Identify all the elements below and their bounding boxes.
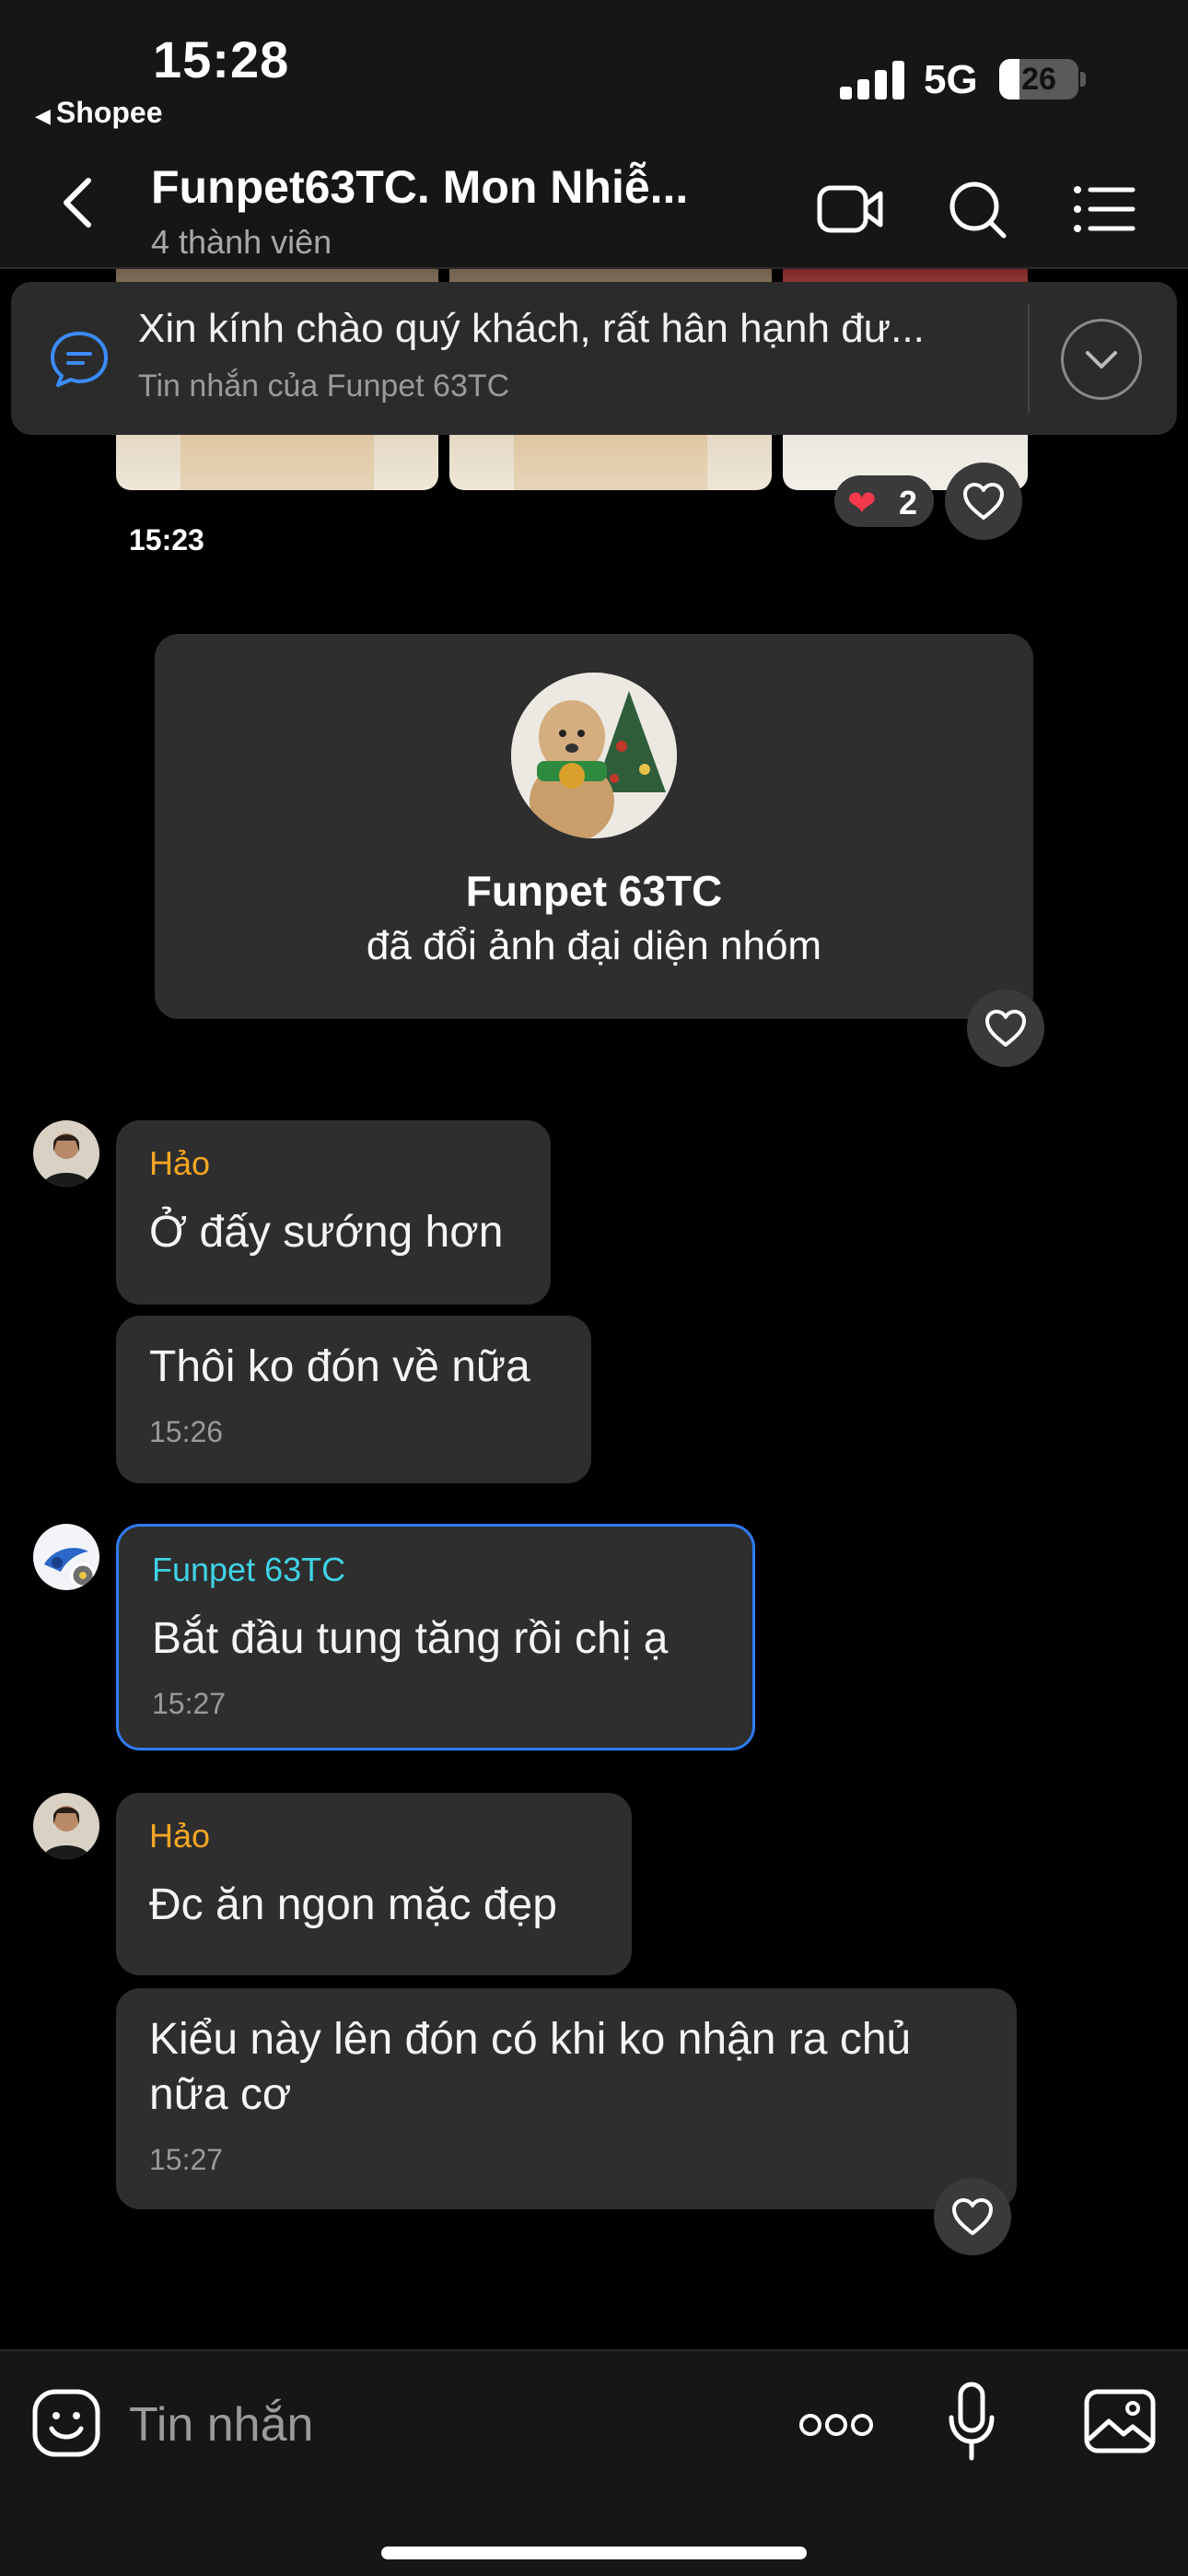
conversation-title[interactable]: Funpet63TC. Mon Nhiễ... (151, 160, 759, 214)
message-bubble[interactable]: Kiểu này lên đón có khi ko nhận ra chủ n… (116, 1988, 1017, 2209)
video-call-icon (817, 185, 883, 233)
sender-name: Funpet 63TC (152, 1551, 346, 1588)
back-app-label: Shopee (55, 96, 163, 129)
reaction-count: 2 (899, 484, 918, 521)
reaction-summary[interactable]: ❤ 2 (834, 475, 934, 527)
status-time: 15:28 (153, 30, 290, 88)
more-icon (799, 2414, 873, 2436)
message-bubble[interactable]: Thôi ko đón về nữa 15:26 (116, 1316, 591, 1483)
voice-record-button[interactable] (947, 2381, 996, 2465)
group-avatar-image[interactable] (511, 673, 677, 838)
user-avatar-hao (33, 1793, 99, 1859)
sender-name: Hảo (149, 1144, 211, 1182)
battery-level: 26 (1021, 62, 1056, 97)
microphone-icon (949, 2382, 995, 2461)
heart-outline-icon (952, 2198, 993, 2235)
event-actor-name: Funpet 63TC (465, 867, 723, 915)
react-button[interactable] (967, 989, 1044, 1067)
image-icon (1084, 2389, 1156, 2453)
heart-outline-icon (985, 1010, 1026, 1047)
message-bubble[interactable]: Hảo Ở đấy sướng hơn (116, 1120, 551, 1305)
pinned-message-text: Xin kính chào quý khách, rất hân hạnh đư… (138, 306, 925, 351)
sticker-button[interactable] (31, 2386, 101, 2460)
chat-menu-button[interactable] (1068, 177, 1142, 241)
react-button[interactable] (934, 2178, 1011, 2255)
chevron-down-icon (1086, 351, 1117, 369)
event-description: đã đổi ảnh đại diện nhóm (366, 923, 822, 968)
message-list[interactable]: Xin kính chào quý khách, rất hân hạnh đư… (0, 269, 1188, 2349)
search-button[interactable] (941, 177, 1015, 241)
message-time: 15:27 (149, 2143, 224, 2176)
menu-list-icon (1074, 186, 1136, 232)
pinned-message-source: Tin nhắn của Funpet 63TC (138, 369, 510, 404)
message-time: 15:26 (149, 1415, 224, 1448)
status-bar: 15:28 ◀ Shopee 5G 26 (0, 0, 1188, 138)
react-button[interactable] (945, 463, 1022, 540)
expand-pinned-button[interactable] (1061, 319, 1142, 400)
message-bubble-highlighted[interactable]: Funpet 63TC Bắt đầu tung tăng rồi chị ạ … (116, 1524, 755, 1751)
back-button[interactable] (57, 175, 105, 230)
message-text: Kiểu này lên đón có khi ko nhận ra chủ n… (149, 2015, 912, 2119)
pinned-message-banner[interactable]: Xin kính chào quý khách, rất hân hạnh đư… (11, 282, 1177, 435)
message-text: Đc ăn ngon mặc đẹp (149, 1880, 557, 1929)
cellular-signal-icon (840, 61, 904, 100)
group-avatar-changed-notice: Funpet 63TC đã đổi ảnh đại diện nhóm (155, 634, 1033, 1019)
back-to-app-link[interactable]: ◀ Shopee (35, 96, 163, 130)
message-time: 15:27 (152, 1687, 227, 1720)
pinned-message-icon (51, 332, 108, 387)
heart-reaction-icon: ❤ (847, 485, 877, 523)
avatar[interactable] (33, 1793, 99, 1859)
message-text: Thôi ko đón về nữa (149, 1342, 530, 1391)
message-input[interactable] (129, 2388, 764, 2462)
dog-avatar-illustration (511, 673, 677, 838)
battery-icon: 26 (999, 59, 1078, 100)
back-chevron-icon (64, 178, 91, 228)
user-avatar-hao (33, 1120, 99, 1187)
home-indicator[interactable] (381, 2547, 807, 2559)
battery-tip (1080, 72, 1086, 87)
send-image-button[interactable] (1083, 2388, 1157, 2454)
back-triangle-icon: ◀ (35, 104, 51, 127)
shop-avatar-funpet (33, 1524, 99, 1590)
avatar[interactable] (33, 1120, 99, 1187)
search-icon (949, 181, 1007, 239)
sender-name: Hảo (149, 1817, 211, 1855)
chat-header: Funpet63TC. Mon Nhiễ... 4 thành viên (0, 138, 1188, 269)
avatar[interactable] (33, 1524, 99, 1590)
video-call-button[interactable] (814, 177, 888, 241)
message-bubble[interactable]: Hảo Đc ăn ngon mặc đẹp (116, 1793, 632, 1975)
heart-outline-icon (963, 483, 1004, 520)
message-text: Bắt đầu tung tăng rồi chị ạ (152, 1614, 669, 1663)
network-type: 5G (924, 57, 978, 102)
message-text: Ở đấy sướng hơn (149, 1208, 504, 1257)
more-options-button[interactable] (798, 2397, 875, 2453)
divider (1028, 304, 1030, 413)
message-composer (0, 2349, 1188, 2576)
sticker-icon (32, 2389, 100, 2457)
member-count[interactable]: 4 thành viên (151, 223, 332, 262)
photo-timestamp: 15:23 (120, 520, 214, 561)
